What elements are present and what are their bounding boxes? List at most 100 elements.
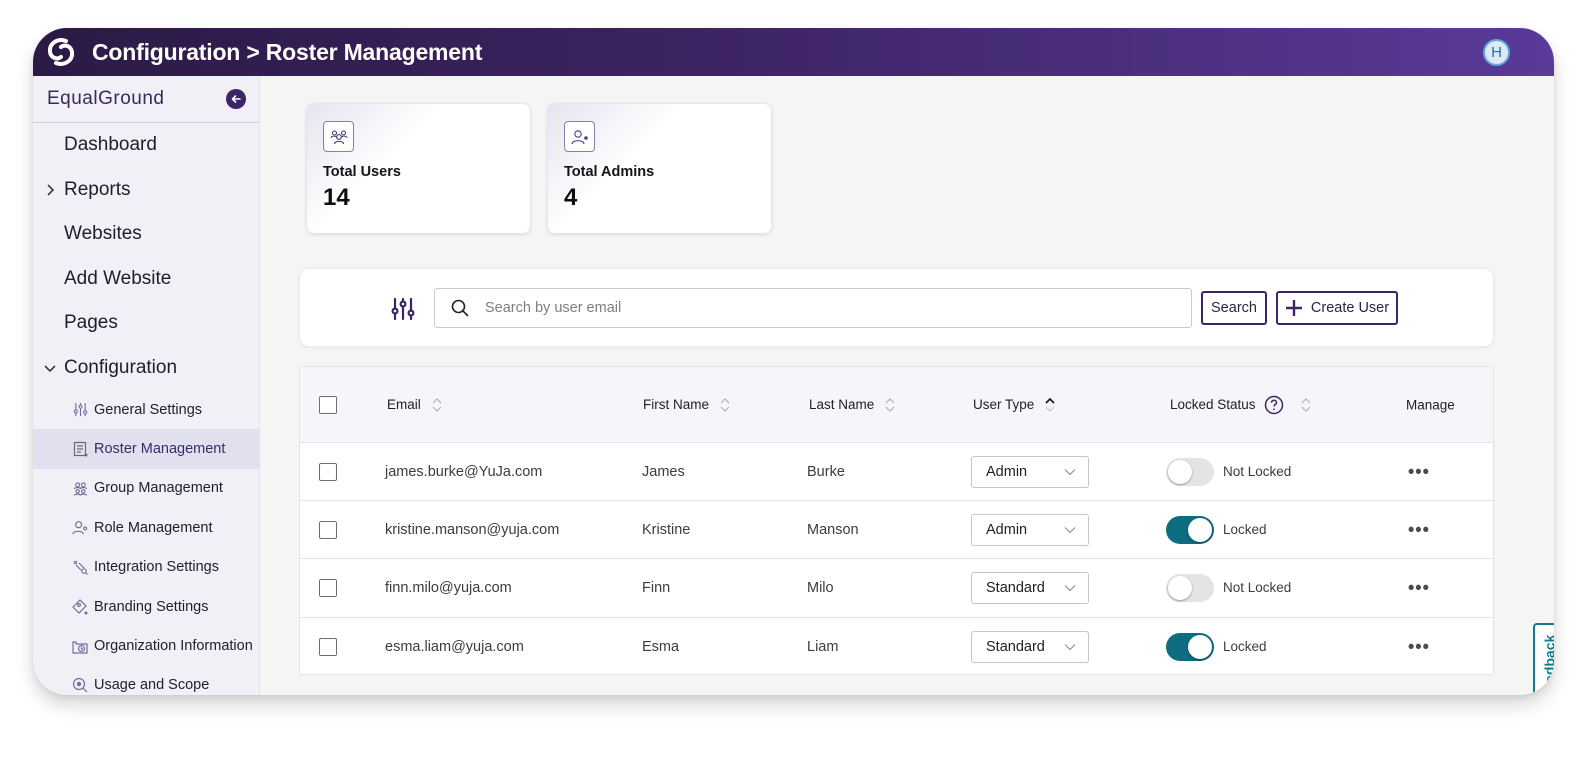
user-type-select[interactable]: Admin [971,513,1089,546]
sidebar-item-integration-settings[interactable]: Integration Settings [33,548,259,587]
yuja-logo-icon[interactable] [43,34,79,70]
user-type-select[interactable]: Standard [971,571,1089,604]
table-row: esma.liam@yuja.com Esma Liam Standard Locked… [300,617,1493,674]
search-icon [451,299,469,317]
more-options-icon[interactable]: ••• [1408,461,1430,482]
select-all-checkbox[interactable] [319,395,337,414]
main-content: Total Users 14 Total Admins 4 Search Cre… [261,76,1554,695]
row-checkbox[interactable] [319,462,337,481]
sidebar-item-label: Pages [64,312,118,334]
sidebar-item-configuration[interactable]: Configuration [33,346,259,391]
column-header-last-name[interactable]: Last Name [809,397,896,413]
sidebar-item-role-management[interactable]: Role Management [33,508,259,547]
row-checkbox[interactable] [319,578,337,597]
sidebar-item-label: Organization Information [94,638,253,655]
user-type-select[interactable]: Standard [971,630,1089,663]
feedback-button[interactable]: Feedback [1533,623,1554,695]
user-type-select[interactable]: Admin [971,455,1089,488]
sidebar-item-label: Group Management [94,480,223,497]
sort-icon [432,397,442,412]
chevron-down-icon [1064,468,1076,475]
search-panel: Search Create User [299,268,1494,347]
user-type-value: Standard [986,579,1045,596]
create-user-button[interactable]: Create User [1276,291,1398,325]
user-avatar[interactable]: H [1483,39,1510,66]
sidebar-item-pages[interactable]: Pages [33,301,259,346]
chevron-down-icon [1064,585,1076,592]
sidebar-item-label: Dashboard [64,134,157,156]
sidebar-item-label: Branding Settings [94,598,209,615]
magnify-target-icon [72,677,88,693]
row-checkbox[interactable] [319,520,337,539]
locked-status-label: Locked [1223,522,1267,538]
search-input[interactable] [485,300,1165,316]
last-name-cell: Manson [807,521,859,538]
column-header-email[interactable]: Email [387,397,443,413]
more-options-icon[interactable]: ••• [1408,519,1430,540]
email-cell: james.burke@YuJa.com [385,463,543,480]
app-window: Configuration > Roster Management H Equa… [33,28,1554,695]
column-label: Manage [1406,397,1455,412]
locked-status-label: Not Locked [1223,464,1292,480]
stat-card-total-admins: Total Admins 4 [547,103,772,234]
sort-ascending-icon [1045,397,1055,412]
sidebar-item-reports[interactable]: Reports [33,168,259,213]
more-options-icon[interactable]: ••• [1408,636,1430,657]
column-header-user-type[interactable]: User Type [973,397,1056,413]
sort-icon [1301,397,1310,412]
sidebar-item-label: General Settings [94,401,203,418]
locked-status-label: Not Locked [1223,580,1292,596]
user-type-value: Standard [986,638,1045,655]
email-cell: esma.liam@yuja.com [385,638,524,655]
email-cell: finn.milo@yuja.com [385,579,512,596]
column-label: Email [387,397,421,412]
top-header: Configuration > Roster Management H [33,28,1554,76]
stat-card-total-users: Total Users 14 [306,103,531,234]
filter-sliders-icon[interactable] [390,296,416,322]
locked-toggle[interactable] [1166,573,1214,602]
locked-status-label: Locked [1223,639,1267,655]
stat-label: Total Users [323,164,401,180]
first-name-cell: Kristine [642,521,691,538]
column-header-locked-status[interactable]: Locked Status [1170,395,1312,415]
user-gear-icon [72,520,88,536]
table-body: james.burke@YuJa.com James Burke Admin Not L… [300,443,1493,674]
row-checkbox[interactable] [319,637,337,656]
sidebar-item-label: Usage and Scope [94,677,210,694]
sidebar-item-label: Configuration [64,356,178,378]
sidebar: EqualGround Dashboard Reports Websites A… [33,76,260,695]
building-icon [72,638,88,654]
locked-toggle[interactable] [1166,515,1214,544]
sidebar-item-organization-information[interactable]: Organization Information [33,626,259,665]
stat-value: 14 [323,184,350,211]
sidebar-item-general-settings[interactable]: General Settings [33,390,259,429]
sort-icon [720,397,730,412]
sidebar-item-label: Websites [64,223,142,245]
plug-icon [72,559,88,576]
admin-user-icon [564,121,595,152]
last-name-cell: Liam [807,638,839,655]
search-field[interactable] [434,288,1192,328]
sidebar-item-add-website[interactable]: Add Website [33,257,259,302]
tag-icon [72,598,88,615]
sidebar-item-dashboard[interactable]: Dashboard [33,123,259,168]
table-row: james.burke@YuJa.com James Burke Admin Not L… [300,443,1493,502]
sidebar-item-group-management[interactable]: Group Management [33,469,259,508]
toggle-knob [1188,517,1212,542]
locked-toggle[interactable] [1166,632,1214,661]
users-icon [323,121,354,152]
sidebar-item-roster-management[interactable]: Roster Management [33,429,259,469]
sidebar-item-usage-and-scope[interactable]: Usage and Scope [33,666,259,695]
first-name-cell: Finn [642,579,671,596]
more-options-icon[interactable]: ••• [1408,577,1430,598]
locked-toggle[interactable] [1166,457,1214,486]
column-header-first-name[interactable]: First Name [643,397,731,413]
first-name-cell: Esma [642,638,680,655]
sidebar-item-branding-settings[interactable]: Branding Settings [33,587,259,626]
column-label: Locked Status [1170,397,1256,412]
sidebar-item-websites[interactable]: Websites [33,212,259,257]
collapse-sidebar-button[interactable] [226,89,246,109]
help-circle-icon[interactable] [1264,395,1284,415]
toggle-knob [1188,634,1212,659]
search-button[interactable]: Search [1201,291,1267,325]
